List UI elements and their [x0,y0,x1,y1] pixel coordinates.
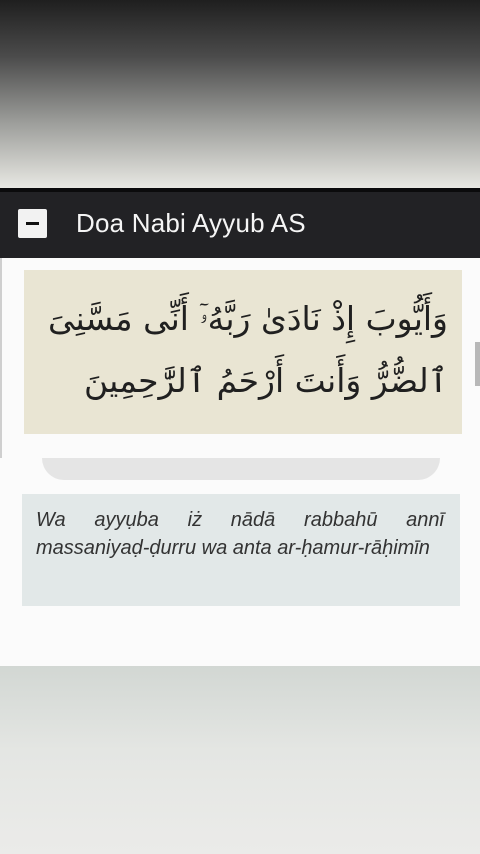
section-header[interactable]: Doa Nabi Ayyub AS [0,188,480,258]
divider [42,458,440,480]
minus-icon [26,222,39,225]
prayer-content: وَأَيُّوبَ إِذْ نَادَىٰ رَبَّهُۥٓ أَنِّى… [0,258,480,666]
arabic-text: وَأَيُّوبَ إِذْ نَادَىٰ رَبَّهُۥٓ أَنِّى… [24,270,462,434]
screen: Doa Nabi Ayyub AS وَأَيُّوبَ إِذْ نَادَى… [0,0,480,854]
background-photo-bottom [0,666,480,854]
panel-edge [0,258,2,458]
transliteration-text: Wa ayyụba iż nādā rabbahū annī massaniya… [22,494,460,606]
scrollbar-handle[interactable] [475,342,480,386]
background-photo-top [0,0,480,188]
section-title: Doa Nabi Ayyub AS [76,208,306,238]
collapse-button[interactable] [18,209,47,238]
